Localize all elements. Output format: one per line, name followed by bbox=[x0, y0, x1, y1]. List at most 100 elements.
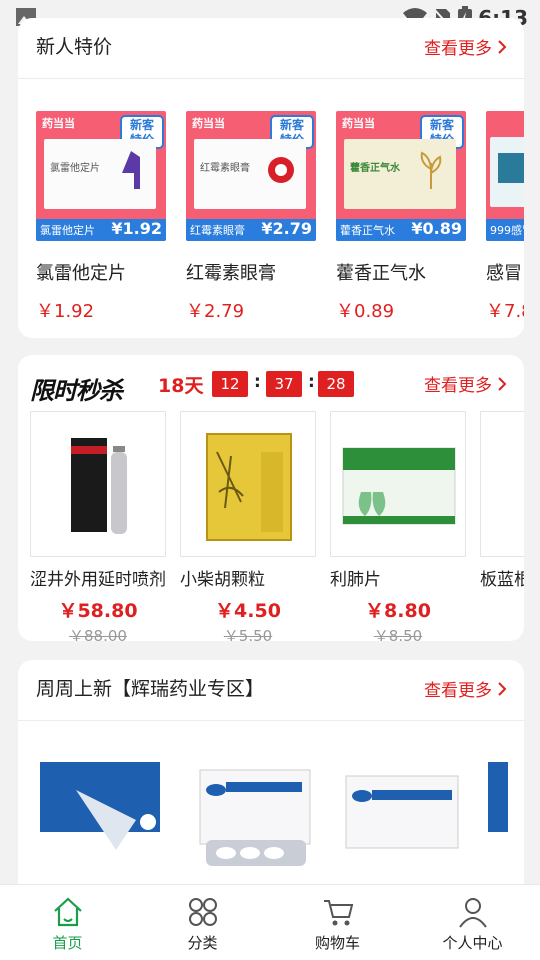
flash-products: 涩井外用延时喷剂 ￥58.80 ￥88.00 小柴胡颗粒 ￥4.50 ￥5.50 bbox=[30, 411, 524, 641]
weekly-product-card[interactable] bbox=[336, 750, 464, 880]
sale-price: ￥8.80 bbox=[365, 600, 431, 622]
lung-tablet-box-icon bbox=[342, 447, 456, 525]
countdown-hours: 12 bbox=[212, 371, 248, 397]
countdown-separator: : bbox=[308, 372, 315, 392]
medicine-box: 红霉素眼膏 bbox=[194, 139, 306, 209]
product-price: ￥2.79 bbox=[186, 301, 245, 322]
flash-product-card[interactable]: 利肺片 ￥8.80 ￥8.50 bbox=[330, 411, 466, 641]
divider bbox=[18, 720, 524, 721]
product-card[interactable]: 999感冒 感冒 ￥7.8 bbox=[486, 111, 524, 323]
tab-profile-label: 个人中心 bbox=[442, 934, 503, 952]
weekly-title: 周周上新【辉瑞药业专区】 bbox=[36, 678, 265, 700]
product-name: 感冒 bbox=[486, 263, 522, 284]
sale-price: ￥58.80 bbox=[58, 600, 138, 622]
weekly-header: 周周上新【辉瑞药业专区】 查看更多 bbox=[18, 660, 524, 720]
weekly-more-link[interactable]: 查看更多 bbox=[424, 676, 508, 701]
category-icon bbox=[188, 898, 217, 926]
medicine-box: 氯雷他定片 bbox=[44, 139, 156, 209]
tab-category[interactable]: 分类 bbox=[135, 885, 270, 960]
product-name: 氯雷他定片 bbox=[36, 263, 126, 284]
product-image: 药当当 新客特价 藿香正气水 藿香正气水 ¥0.89 bbox=[336, 111, 466, 241]
weekly-more-label: 查看更多 bbox=[424, 681, 492, 701]
product-card[interactable]: 药当当 新客特价 红霉素眼膏 红霉素眼膏 ¥2.79 红霉素眼膏 ￥2.79 bbox=[186, 111, 316, 323]
chevron-right-icon bbox=[498, 681, 507, 696]
newuser-more-link[interactable]: 查看更多 bbox=[424, 34, 508, 59]
newuser-products: 药当当 新客特价 氯雷他定片 氯雷他定片 ¥1.92 氯雷他定片 ￥1.92 药… bbox=[36, 111, 524, 323]
chevron-right-icon bbox=[498, 376, 507, 391]
box-logo-icon bbox=[498, 153, 524, 183]
countdown-seconds: 28 bbox=[318, 371, 354, 397]
product-name: 小柴胡颗粒 bbox=[180, 570, 265, 590]
countdown-separator: : bbox=[254, 372, 261, 392]
tab-home[interactable]: 首页 bbox=[0, 885, 135, 960]
product-name: 藿香正气水 bbox=[336, 263, 426, 284]
countdown-days: 18天 bbox=[158, 375, 204, 397]
product-name: 涩井外用延时喷剂 bbox=[30, 570, 166, 590]
product-price: ￥7.8 bbox=[486, 301, 524, 322]
flash-product-card[interactable]: 小柴胡颗粒 ￥4.50 ￥5.50 bbox=[180, 411, 316, 641]
herb-icon bbox=[420, 151, 442, 189]
sale-price: ￥4.50 bbox=[215, 600, 281, 622]
product-image: 999感冒 bbox=[486, 111, 524, 241]
product-image bbox=[180, 411, 316, 557]
original-price: ￥5.50 bbox=[223, 627, 273, 641]
weekly-product-card[interactable] bbox=[486, 750, 524, 880]
weekly-product-card[interactable] bbox=[186, 750, 314, 880]
countdown-minutes: 37 bbox=[266, 371, 302, 397]
product-price: ￥0.89 bbox=[336, 301, 395, 322]
product-image: 药当当 新客特价 红霉素眼膏 红霉素眼膏 ¥2.79 bbox=[186, 111, 316, 241]
product-name: 红霉素眼膏 bbox=[186, 263, 276, 284]
weekly-new-section: 周周上新【辉瑞药业专区】 查看更多 bbox=[18, 660, 524, 900]
price-strip: 氯雷他定片 ¥1.92 bbox=[36, 219, 166, 241]
product-name: 板蓝根 bbox=[480, 570, 524, 590]
newuser-title: 新人特价 bbox=[36, 36, 113, 58]
flash-more-link[interactable]: 查看更多 bbox=[424, 371, 508, 396]
flash-sale-section: 限时秒杀 18天 12 : 37 : 28 查看更多 涩井外用延时喷剂 ￥58.… bbox=[18, 355, 524, 641]
price-strip: 红霉素眼膏 ¥2.79 bbox=[186, 219, 316, 241]
tab-home-label: 首页 bbox=[52, 934, 83, 952]
newuser-header: 新人特价 查看更多 bbox=[18, 18, 524, 78]
weekly-product-card[interactable] bbox=[36, 750, 164, 880]
product-price: ￥1.92 bbox=[36, 301, 95, 322]
product-image: 药当当 新客特价 氯雷他定片 氯雷他定片 ¥1.92 bbox=[36, 111, 166, 241]
tab-category-label: 分类 bbox=[187, 934, 218, 952]
divider bbox=[18, 78, 524, 79]
product-image bbox=[330, 411, 466, 557]
home-icon bbox=[53, 897, 82, 927]
weekly-products bbox=[36, 750, 524, 880]
price-strip: 999感冒 bbox=[486, 219, 524, 241]
eye-ointment-icon bbox=[268, 157, 294, 183]
box-logo-icon bbox=[122, 151, 140, 189]
chevron-right-icon bbox=[498, 39, 507, 54]
granule-box-icon bbox=[206, 433, 292, 541]
medicine-box-image bbox=[40, 762, 160, 850]
brand-label: 药当当 bbox=[192, 117, 225, 130]
newuser-section: 新人特价 查看更多 药当当 新客特价 氯雷他定片 氯雷他定片 ¥1.92 氯雷他… bbox=[18, 18, 524, 338]
flash-product-card[interactable]: 板蓝根 bbox=[480, 411, 524, 641]
flash-sale-logo: 限时秒杀 bbox=[30, 377, 123, 405]
product-card[interactable]: 药当当 新客特价 藿香正气水 藿香正气水 ¥0.89 藿香正气水 ￥0.89 bbox=[336, 111, 466, 323]
product-image bbox=[480, 411, 524, 557]
product-image bbox=[30, 411, 166, 557]
user-icon bbox=[458, 898, 487, 928]
product-card[interactable]: 药当当 新客特价 氯雷他定片 氯雷他定片 ¥1.92 氯雷他定片 ￥1.92 bbox=[36, 111, 166, 323]
medicine-box-image bbox=[199, 769, 311, 866]
tab-cart[interactable]: 购物车 bbox=[270, 885, 405, 960]
original-price: ￥88.00 bbox=[69, 627, 127, 641]
spray-bottle-icon bbox=[71, 438, 127, 534]
product-name: 利肺片 bbox=[330, 570, 381, 590]
price-strip: 藿香正气水 ¥0.89 bbox=[336, 219, 466, 241]
brand-label: 药当当 bbox=[342, 117, 375, 130]
medicine-box-image bbox=[345, 775, 459, 849]
tab-cart-label: 购物车 bbox=[314, 934, 360, 952]
original-price: ￥8.50 bbox=[373, 627, 423, 641]
medicine-box bbox=[490, 137, 524, 207]
shopping-cart-icon bbox=[323, 900, 353, 926]
flash-product-card[interactable]: 涩井外用延时喷剂 ￥58.80 ￥88.00 bbox=[30, 411, 166, 641]
medicine-box-image bbox=[488, 762, 508, 832]
brand-label: 药当当 bbox=[42, 117, 75, 130]
newuser-more-label: 查看更多 bbox=[424, 39, 492, 59]
flash-more-label: 查看更多 bbox=[424, 376, 492, 396]
tab-profile[interactable]: 个人中心 bbox=[405, 885, 540, 960]
bottom-tab-bar: 首页 分类 购物车 个人中心 bbox=[0, 884, 540, 960]
